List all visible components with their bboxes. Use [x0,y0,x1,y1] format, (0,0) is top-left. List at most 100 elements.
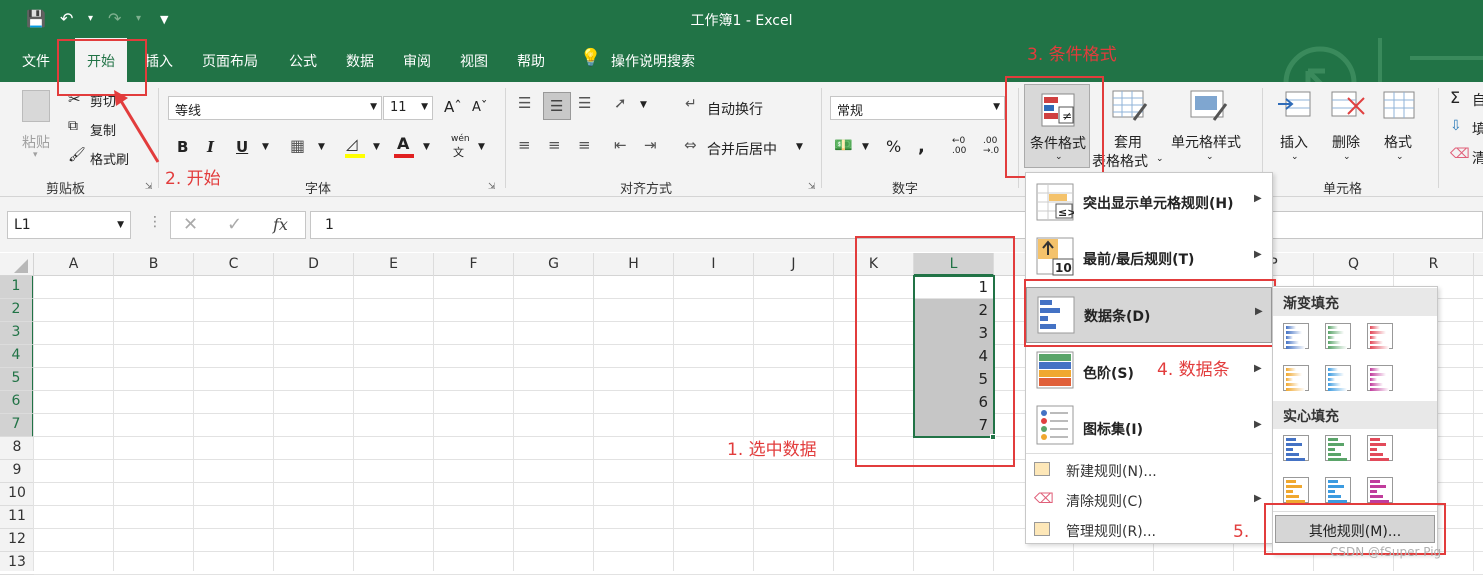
column-header[interactable]: Q [1314,253,1394,276]
enter-check-icon[interactable]: ✓ [227,214,242,235]
column-header[interactable]: F [434,253,514,276]
menu-color-scales[interactable]: 色阶(S) ▶ [1026,345,1272,399]
formula-input[interactable]: 1 [310,211,1483,239]
solid-databar-option[interactable] [1367,435,1393,461]
chevron-down-icon[interactable]: ▼ [423,142,430,152]
decrease-font-icon[interactable]: Aˇ [472,100,487,115]
decrease-decimal-icon[interactable]: .00 →.0 [983,136,999,156]
row-header[interactable]: 3 [0,322,34,345]
comma-style-icon[interactable]: , [918,136,925,157]
solid-databar-option[interactable] [1283,435,1309,461]
column-header[interactable]: I [674,253,754,276]
chevron-down-icon[interactable]: ⌄ [1206,152,1214,162]
increase-decimal-icon[interactable]: ←0.00 [952,136,966,156]
row-header[interactable]: 13 [0,552,34,575]
menu-new-rule[interactable]: 新建规则(N)... [1026,455,1272,485]
align-top-icon[interactable]: ☰ [518,94,531,112]
merge-center-button[interactable]: 合并后居中 [707,139,777,159]
solid-databar-option[interactable] [1283,477,1309,503]
chevron-down-icon[interactable]: ▼ [373,142,380,152]
align-right-icon[interactable]: ≡ [578,136,591,154]
font-name-select[interactable]: 等线 ▼ [168,96,382,120]
alignment-launcher-icon[interactable]: ⇲ [808,182,816,192]
chevron-down-icon[interactable]: ▼ [262,142,269,152]
row-header[interactable]: 12 [0,529,34,552]
paste-dropdown-icon[interactable]: ▾ [33,150,38,160]
column-header[interactable]: H [594,253,674,276]
column-header[interactable]: E [354,253,434,276]
currency-icon[interactable]: 💵 [834,136,853,154]
chevron-down-icon[interactable]: ▼ [796,142,803,152]
column-header[interactable]: C [194,253,274,276]
format-cells-button[interactable]: 格式 [1384,132,1412,152]
delete-cells-button[interactable]: 删除 [1332,132,1360,152]
solid-databar-option[interactable] [1367,477,1393,503]
gradient-databar-option[interactable] [1325,365,1351,391]
gradient-databar-option[interactable] [1367,323,1393,349]
row-header[interactable]: 8 [0,437,34,460]
column-header[interactable]: J [754,253,834,276]
solid-databar-option[interactable] [1325,477,1351,503]
gradient-databar-option[interactable] [1283,323,1309,349]
wrap-text-button[interactable]: 自动换行 [707,99,763,119]
border-icon[interactable]: ▦ [290,136,305,155]
tab-view[interactable]: 视图 [460,51,488,71]
font-size-select[interactable]: 11 ▼ [383,96,433,120]
tab-file[interactable]: 文件 [22,51,50,71]
align-middle-button[interactable]: ☰ [543,92,571,120]
chevron-down-icon[interactable]: ▼ [318,142,325,152]
fill-color-icon[interactable]: ◿ [346,135,358,153]
row-header[interactable]: 7 [0,414,34,437]
menu-top-bottom-rules[interactable]: 10 最前/最后规则(T) ▶ [1026,231,1272,285]
insert-function-button[interactable]: fx [273,215,288,234]
chevron-down-icon[interactable]: ⌄ [1291,152,1299,162]
row-header[interactable]: 1 [0,276,34,299]
paste-button[interactable]: 粘贴 [22,132,50,152]
chevron-down-icon[interactable]: ▼ [640,100,647,110]
increase-indent-icon[interactable]: ⇥ [644,136,657,154]
column-header[interactable]: B [114,253,194,276]
name-box[interactable]: L1 ▼ [7,211,131,239]
column-header[interactable]: G [514,253,594,276]
autosum-button[interactable]: 自 [1472,90,1483,110]
percent-button[interactable]: % [886,137,901,156]
row-header[interactable]: 11 [0,506,34,529]
cell-styles-button[interactable]: 单元格样式 [1171,132,1241,152]
chevron-down-icon[interactable]: ⌄ [1156,154,1164,164]
row-header[interactable]: 6 [0,391,34,414]
column-header[interactable]: D [274,253,354,276]
menu-highlight-cells-rules[interactable]: ≤> 突出显示单元格规则(H) ▶ [1026,175,1272,229]
chevron-down-icon[interactable]: ⌄ [1396,152,1404,162]
fill-button[interactable]: 填 [1472,119,1483,139]
tell-me-search[interactable]: 操作说明搜索 [611,51,695,71]
chevron-down-icon[interactable]: ▼ [478,142,485,152]
tab-data[interactable]: 数据 [346,51,374,71]
clipboard-launcher-icon[interactable]: ⇲ [145,182,153,192]
solid-databar-option[interactable] [1325,435,1351,461]
underline-button[interactable]: U [236,138,248,156]
gradient-databar-option[interactable] [1367,365,1393,391]
align-left-icon[interactable]: ≡ [518,136,531,154]
row-header[interactable]: 10 [0,483,34,506]
chevron-down-icon[interactable]: ▼ [862,142,869,152]
tab-insert[interactable]: 插入 [145,51,173,71]
font-launcher-icon[interactable]: ⇲ [488,182,496,192]
format-as-table-line1[interactable]: 套用 [1114,132,1142,152]
tab-review[interactable]: 审阅 [403,51,431,71]
phonetic-icon[interactable]: wén [451,134,470,144]
decrease-indent-icon[interactable]: ⇤ [614,136,627,154]
chevron-down-icon[interactable]: ⌄ [1343,152,1351,162]
tab-page-layout[interactable]: 页面布局 [202,51,258,71]
column-header[interactable]: A [34,253,114,276]
increase-font-icon[interactable]: Aˆ [444,98,462,116]
menu-clear-rules[interactable]: ⌫ 清除规则(C) ▶ [1026,485,1272,515]
number-format-select[interactable]: 常规 ▼ [830,96,1005,120]
orientation-icon[interactable]: ➚ [614,94,627,112]
clear-button[interactable]: 清 [1472,148,1483,168]
align-bottom-icon[interactable]: ☰ [578,94,591,112]
align-center-icon[interactable]: ≡ [548,136,561,154]
column-header[interactable]: R [1394,253,1474,276]
gradient-databar-option[interactable] [1325,323,1351,349]
font-color-icon[interactable]: A [397,134,409,153]
row-header[interactable]: 2 [0,299,34,322]
